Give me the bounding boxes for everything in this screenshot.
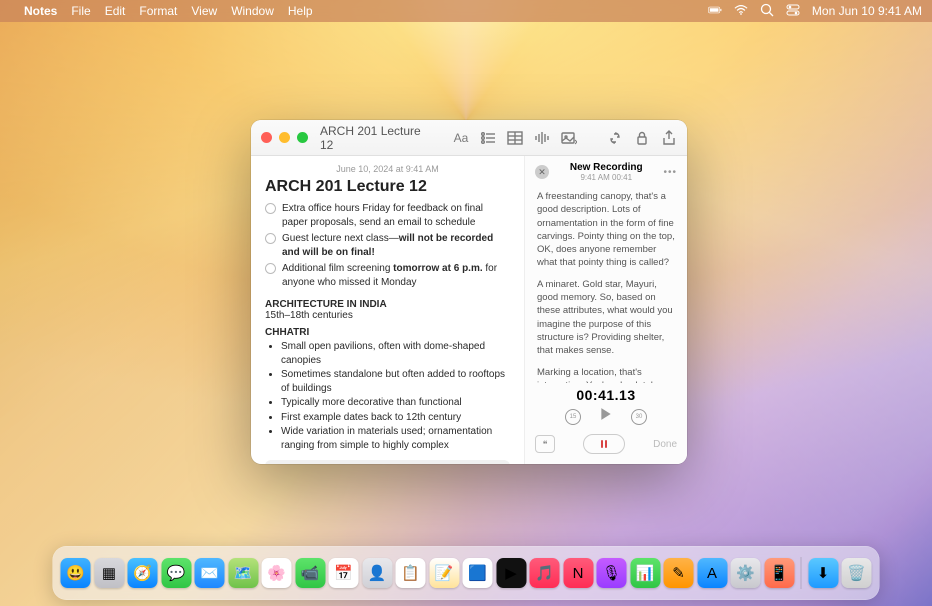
more-button[interactable]: •••	[663, 167, 677, 178]
done-button[interactable]: Done	[653, 439, 677, 450]
checklist-item[interactable]: Extra office hours Friday for feedback o…	[265, 202, 510, 229]
dock: 😃▦🧭💬✉️🗺️🌸📹📅👤📋📝🟦▶🎵N🎙📊✎A⚙️📱 ⬇🗑️	[53, 546, 880, 600]
traffic-lights	[261, 132, 308, 143]
bullet-item: Wide variation in materials used; orname…	[281, 425, 510, 452]
close-transcript-button[interactable]: ✕	[535, 165, 549, 179]
dock-app-safari[interactable]: 🧭	[128, 558, 158, 588]
menu-window[interactable]: Window	[231, 4, 274, 18]
play-button[interactable]	[599, 407, 613, 426]
checklist: Extra office hours Friday for feedback o…	[265, 202, 510, 289]
bullet-item: Small open pavilions, often with dome-sh…	[281, 340, 510, 367]
dock-app-reminders[interactable]: 📋	[396, 558, 426, 588]
pause-record-button[interactable]	[583, 434, 625, 454]
transcript-text[interactable]: A freestanding canopy, that's a good des…	[525, 186, 687, 383]
dock-app-news[interactable]: N	[563, 558, 593, 588]
section-subheading: 15th–18th centuries	[265, 310, 510, 321]
menu-edit[interactable]: Edit	[105, 4, 126, 18]
dock-app-podcasts[interactable]: 🎙	[597, 558, 627, 588]
bullet-list: Small open pavilions, often with dome-sh…	[265, 340, 510, 452]
menu-help[interactable]: Help	[288, 4, 313, 18]
transcript-paragraph: A minaret. Gold star, Mayuri, good memor…	[537, 278, 675, 358]
skip-back-button[interactable]: 15	[565, 409, 581, 425]
dock-app-messages[interactable]: 💬	[161, 558, 191, 588]
dock-app-calendar[interactable]: 📅	[329, 558, 359, 588]
share-button[interactable]	[661, 130, 677, 146]
dock-trash[interactable]: 🗑️	[842, 558, 872, 588]
dock-app-settings[interactable]: ⚙️	[731, 558, 761, 588]
subsection-heading: CHHATRI	[265, 327, 510, 338]
dock-app-tv[interactable]: ▶	[496, 558, 526, 588]
spotlight-icon[interactable]	[760, 3, 774, 20]
dock-app-launchpad[interactable]: ▦	[94, 558, 124, 588]
menu-format[interactable]: Format	[139, 4, 177, 18]
dock-separator	[801, 557, 802, 589]
dock-app-maps[interactable]: 🗺️	[228, 558, 258, 588]
audio-player: 00:41.13 15 30 ❝ Done	[525, 383, 687, 464]
close-button[interactable]	[261, 132, 272, 143]
bullet-item: Sometimes standalone but often added to …	[281, 368, 510, 395]
link-button[interactable]	[607, 130, 623, 146]
timer: 00:41.13	[535, 387, 677, 403]
checkbox-icon[interactable]	[265, 263, 276, 274]
note-date: June 10, 2024 at 9:41 AM	[265, 164, 510, 174]
menu-view[interactable]: View	[191, 4, 217, 18]
audio-button[interactable]	[534, 130, 550, 146]
bullet-item: Typically more decorative than functiona…	[281, 396, 510, 410]
dock-downloads[interactable]: ⬇	[808, 558, 838, 588]
menu-bar: Notes File Edit Format View Window Help …	[0, 0, 932, 22]
section-heading: ARCHITECTURE IN INDIA	[265, 299, 510, 310]
checklist-item[interactable]: Additional film screening tomorrow at 6 …	[265, 262, 510, 289]
control-center-icon[interactable]	[786, 3, 800, 20]
media-button[interactable]	[561, 130, 577, 146]
zoom-button[interactable]	[297, 132, 308, 143]
lock-button[interactable]	[634, 130, 650, 146]
dock-app-mail[interactable]: ✉️	[195, 558, 225, 588]
checklist-text: Guest lecture next class—	[282, 233, 399, 244]
skip-forward-button[interactable]: 30	[631, 409, 647, 425]
dock-app-pages[interactable]: ✎	[664, 558, 694, 588]
checklist-text: Extra office hours Friday for feedback o…	[282, 203, 483, 228]
dock-app-notes[interactable]: 📝	[429, 558, 459, 588]
battery-icon[interactable]	[708, 3, 722, 20]
checklist-text: Additional film screening	[282, 263, 393, 274]
transcript-paragraph: Marking a location, that's interesting. …	[537, 366, 675, 383]
dock-app-iphone[interactable]: 📱	[764, 558, 794, 588]
menubar-clock[interactable]: Mon Jun 10 9:41 AM	[812, 4, 922, 18]
titlebar[interactable]: ARCH 201 Lecture 12 Aa	[251, 120, 687, 156]
dock-app-photos[interactable]: 🌸	[262, 558, 292, 588]
checklist-bold: tomorrow at 6 p.m.	[393, 263, 482, 274]
quote-button[interactable]: ❝	[535, 435, 555, 453]
notes-window: ARCH 201 Lecture 12 Aa June 10, 2024 at …	[251, 120, 687, 464]
checklist-button[interactable]	[480, 130, 496, 146]
dock-app-music[interactable]: 🎵	[530, 558, 560, 588]
checklist-item[interactable]: Guest lecture next class—will not be rec…	[265, 232, 510, 259]
dock-app-numbers[interactable]: 📊	[630, 558, 660, 588]
transcript-paragraph: A freestanding canopy, that's a good des…	[537, 190, 675, 270]
transcript-title: New Recording	[557, 162, 655, 173]
app-menu[interactable]: Notes	[24, 4, 57, 18]
dock-app-freeform[interactable]: 🟦	[463, 558, 493, 588]
dock-app-contacts[interactable]: 👤	[362, 558, 392, 588]
dock-app-appstore[interactable]: A	[697, 558, 727, 588]
dock-app-facetime[interactable]: 📹	[295, 558, 325, 588]
dock-app-finder[interactable]: 😃	[61, 558, 91, 588]
transcript-subtitle: 9:41 AM 00:41	[557, 173, 655, 182]
menu-file[interactable]: File	[71, 4, 90, 18]
bullet-item: First example dates back to 12th century	[281, 411, 510, 425]
minimize-button[interactable]	[279, 132, 290, 143]
format-button[interactable]: Aa	[453, 130, 469, 146]
window-title: ARCH 201 Lecture 12	[320, 124, 437, 152]
checkbox-icon[interactable]	[265, 203, 276, 214]
table-button[interactable]	[507, 130, 523, 146]
note-content[interactable]: June 10, 2024 at 9:41 AM ARCH 201 Lectur…	[251, 156, 524, 464]
note-title: ARCH 201 Lecture 12	[265, 178, 510, 196]
transcript-pane: ✕ New Recording 9:41 AM 00:41 ••• A free…	[524, 156, 687, 464]
wifi-icon[interactable]	[734, 3, 748, 20]
checkbox-icon[interactable]	[265, 233, 276, 244]
recording-attachment[interactable]: New Recording 00:41	[265, 460, 510, 464]
